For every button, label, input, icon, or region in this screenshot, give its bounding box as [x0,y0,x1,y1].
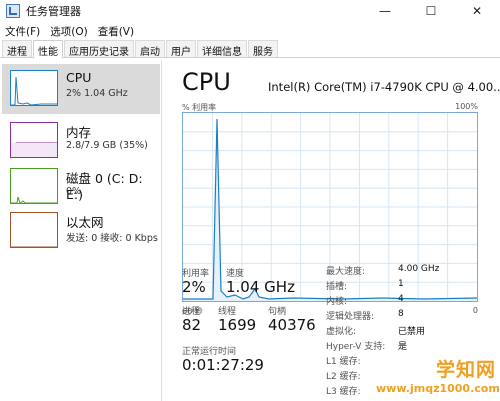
spec-hyperv-value: 是 [398,342,408,352]
tab-details[interactable]: 详细信息 [197,40,247,58]
spec-max-speed-value: 4.00 GHz [398,264,440,274]
handles-value: 40376 [268,316,316,334]
spec-cores-key: 内核: [326,297,348,307]
title-bar: 任务管理器 — ☐ ✕ [0,0,500,22]
spec-sockets-value: 1 [398,279,404,289]
spec-l2-key: L2 缓存: [326,372,361,382]
tab-app-history[interactable]: 应用历史记录 [64,40,134,58]
disk-thumbnail-graph [10,168,58,204]
utilization-value: 2% [182,278,206,296]
tab-services[interactable]: 服务 [248,40,278,58]
graph-min-label: 0 [472,306,478,315]
site-watermark: 学知网 www.jmqz1000.com [376,355,500,399]
maximize-button[interactable]: ☐ [408,0,454,22]
cpu-model-name: Intel(R) Core(TM) i7-4790K CPU @ 4.00... [268,80,500,94]
sidebar-cpu-title: CPU [66,70,92,85]
tab-startup[interactable]: 启动 [135,40,165,58]
spec-l1-key: L1 缓存: [326,357,361,367]
watermark-url: www.jmqz1000.com [376,382,500,395]
sidebar-item-disk[interactable]: 磁盘 0 (C: D: E:) 0% [2,162,160,212]
window-title: 任务管理器 [26,5,81,18]
menu-view[interactable]: 查看(V) [93,24,139,39]
processes-value: 82 [182,316,202,334]
sidebar-memory-sub: 2.8/7.9 GB (35%) [66,140,148,151]
spec-max-speed-key: 最大速度: [326,267,366,277]
sidebar-ethernet-title: 以太网 [66,215,104,230]
speed-value: 1.04 GHz [226,278,295,296]
tab-bar: 进程 性能 应用历史记录 启动 用户 详细信息 服务 [0,40,500,58]
sidebar-disk-sub: 0% [66,186,82,197]
spec-sockets-key: 插槽: [326,282,348,292]
minimize-button[interactable]: — [362,0,408,22]
memory-thumbnail-graph [10,122,58,158]
cpu-detail-panel: CPU Intel(R) Core(TM) i7-4790K CPU @ 4.0… [170,60,500,401]
spec-virtualization-value: 已禁用 [398,327,426,337]
sidebar-memory-title: 内存 [66,125,92,140]
spec-logical-value: 8 [398,309,404,319]
spec-cores-value: 4 [398,294,404,304]
tab-processes[interactable]: 进程 [2,40,32,58]
resource-sidebar: CPU 2% 1.04 GHz 内存 2.8/7.9 GB (35%) 磁盘 0… [0,60,162,401]
spec-virtualization-key: 虚拟化: [326,327,357,337]
spec-hyperv-key: Hyper-V 支持: [326,342,386,352]
window-controls: — ☐ ✕ [362,0,500,22]
menu-file[interactable]: 文件(F) [0,24,45,39]
tab-users[interactable]: 用户 [166,40,196,58]
menu-options[interactable]: 选项(O) [45,24,92,39]
sidebar-item-ethernet[interactable]: 以太网 发送: 0 接收: 0 Kbps [2,206,160,256]
task-manager-icon [6,4,20,18]
spec-l3-key: L3 缓存: [326,387,361,397]
close-button[interactable]: ✕ [454,0,500,22]
menu-bar: 文件(F) 选项(O) 查看(V) [0,22,500,40]
graph-max-label: 100% [455,102,478,111]
threads-value: 1699 [218,316,257,334]
spec-logical-key: 逻辑处理器: [326,312,375,322]
watermark-title: 学知网 [435,359,496,381]
sidebar-cpu-sub: 2% 1.04 GHz [66,88,128,99]
sidebar-item-cpu[interactable]: CPU 2% 1.04 GHz [2,64,160,114]
sidebar-item-memory[interactable]: 内存 2.8/7.9 GB (35%) [2,116,160,166]
uptime-value: 0:01:27:29 [182,356,264,374]
ethernet-thumbnail-graph [10,212,58,248]
page-title: CPU [182,68,231,96]
cpu-thumbnail-graph [10,70,58,106]
sidebar-ethernet-sub: 发送: 0 接收: 0 Kbps [66,233,158,244]
tab-performance[interactable]: 性能 [33,40,63,58]
